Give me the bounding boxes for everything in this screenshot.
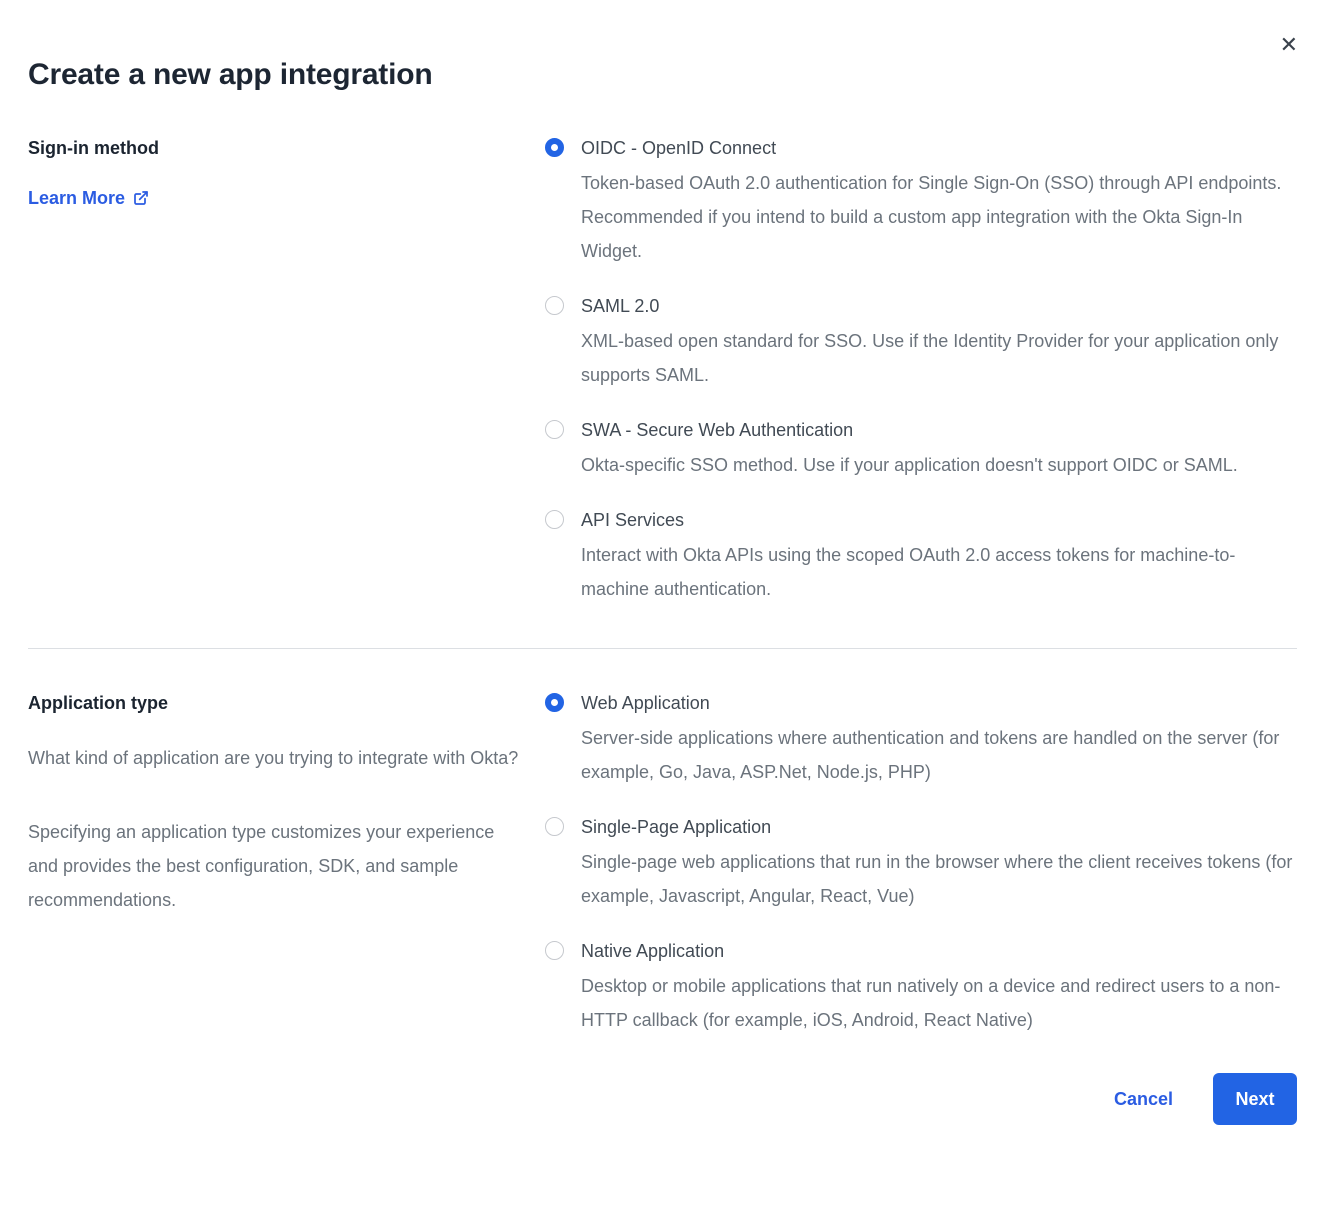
radio-oidc[interactable] <box>545 138 564 157</box>
signin-option-saml-description: XML-based open standard for SSO. Use if … <box>545 324 1297 392</box>
signin-option-saml-head[interactable]: SAML 2.0 <box>545 294 1297 318</box>
apptype-option-web: Web Application Server-side applications… <box>545 691 1297 789</box>
application-type-heading: Application type <box>28 691 545 715</box>
learn-more-link[interactable]: Learn More <box>28 186 149 210</box>
application-type-question: What kind of application are you trying … <box>28 741 520 775</box>
apptype-option-web-description: Server-side applications where authentic… <box>545 721 1297 789</box>
next-button[interactable]: Next <box>1213 1073 1297 1125</box>
create-app-integration-dialog: ✕ Create a new app integration Sign-in m… <box>0 0 1332 1210</box>
cancel-button[interactable]: Cancel <box>1114 1089 1173 1110</box>
signin-method-options: OIDC - OpenID Connect Token-based OAuth … <box>545 136 1297 606</box>
radio-single-page-application[interactable] <box>545 817 564 836</box>
apptype-option-native-description: Desktop or mobile applications that run … <box>545 969 1297 1037</box>
signin-option-swa-description: Okta-specific SSO method. Use if your ap… <box>545 448 1297 482</box>
radio-web-application[interactable] <box>545 693 564 712</box>
application-type-note: Specifying an application type customize… <box>28 815 520 917</box>
learn-more-label: Learn More <box>28 186 125 210</box>
signin-option-oidc-description: Token-based OAuth 2.0 authentication for… <box>545 166 1297 268</box>
signin-option-api-services-description: Interact with Okta APIs using the scoped… <box>545 538 1297 606</box>
signin-option-api-services-head[interactable]: API Services <box>545 508 1297 532</box>
signin-method-section: Sign-in method Learn More OIDC - OpenID … <box>28 136 1297 606</box>
signin-option-swa-label[interactable]: SWA - Secure Web Authentication <box>581 418 853 442</box>
apptype-option-native-head[interactable]: Native Application <box>545 939 1297 963</box>
apptype-option-spa-head[interactable]: Single-Page Application <box>545 815 1297 839</box>
close-icon[interactable]: ✕ <box>1280 34 1298 56</box>
signin-option-saml: SAML 2.0 XML-based open standard for SSO… <box>545 294 1297 392</box>
external-link-icon <box>133 190 149 206</box>
application-type-left-column: Application type What kind of applicatio… <box>28 691 545 917</box>
apptype-option-native-label[interactable]: Native Application <box>581 939 724 963</box>
apptype-option-spa-label[interactable]: Single-Page Application <box>581 815 771 839</box>
signin-option-oidc: OIDC - OpenID Connect Token-based OAuth … <box>545 136 1297 268</box>
signin-option-saml-label[interactable]: SAML 2.0 <box>581 294 659 318</box>
dialog-footer: Cancel Next <box>28 1073 1297 1125</box>
signin-option-api-services: API Services Interact with Okta APIs usi… <box>545 508 1297 606</box>
application-type-options: Web Application Server-side applications… <box>545 691 1297 1037</box>
apptype-option-web-head[interactable]: Web Application <box>545 691 1297 715</box>
signin-option-oidc-label[interactable]: OIDC - OpenID Connect <box>581 136 776 160</box>
radio-api-services[interactable] <box>545 510 564 529</box>
radio-swa[interactable] <box>545 420 564 439</box>
signin-option-swa: SWA - Secure Web Authentication Okta-spe… <box>545 418 1297 482</box>
radio-native-application[interactable] <box>545 941 564 960</box>
apptype-option-spa-description: Single-page web applications that run in… <box>545 845 1297 913</box>
radio-saml[interactable] <box>545 296 564 315</box>
signin-option-oidc-head[interactable]: OIDC - OpenID Connect <box>545 136 1297 160</box>
section-divider <box>28 648 1297 649</box>
apptype-option-native: Native Application Desktop or mobile app… <box>545 939 1297 1037</box>
apptype-option-web-label[interactable]: Web Application <box>581 691 710 715</box>
signin-method-heading: Sign-in method <box>28 136 545 160</box>
signin-option-api-services-label[interactable]: API Services <box>581 508 684 532</box>
apptype-option-spa: Single-Page Application Single-page web … <box>545 815 1297 913</box>
application-type-section: Application type What kind of applicatio… <box>28 691 1297 1037</box>
page-title: Create a new app integration <box>28 58 1297 92</box>
signin-method-left-column: Sign-in method Learn More <box>28 136 545 210</box>
signin-option-swa-head[interactable]: SWA - Secure Web Authentication <box>545 418 1297 442</box>
